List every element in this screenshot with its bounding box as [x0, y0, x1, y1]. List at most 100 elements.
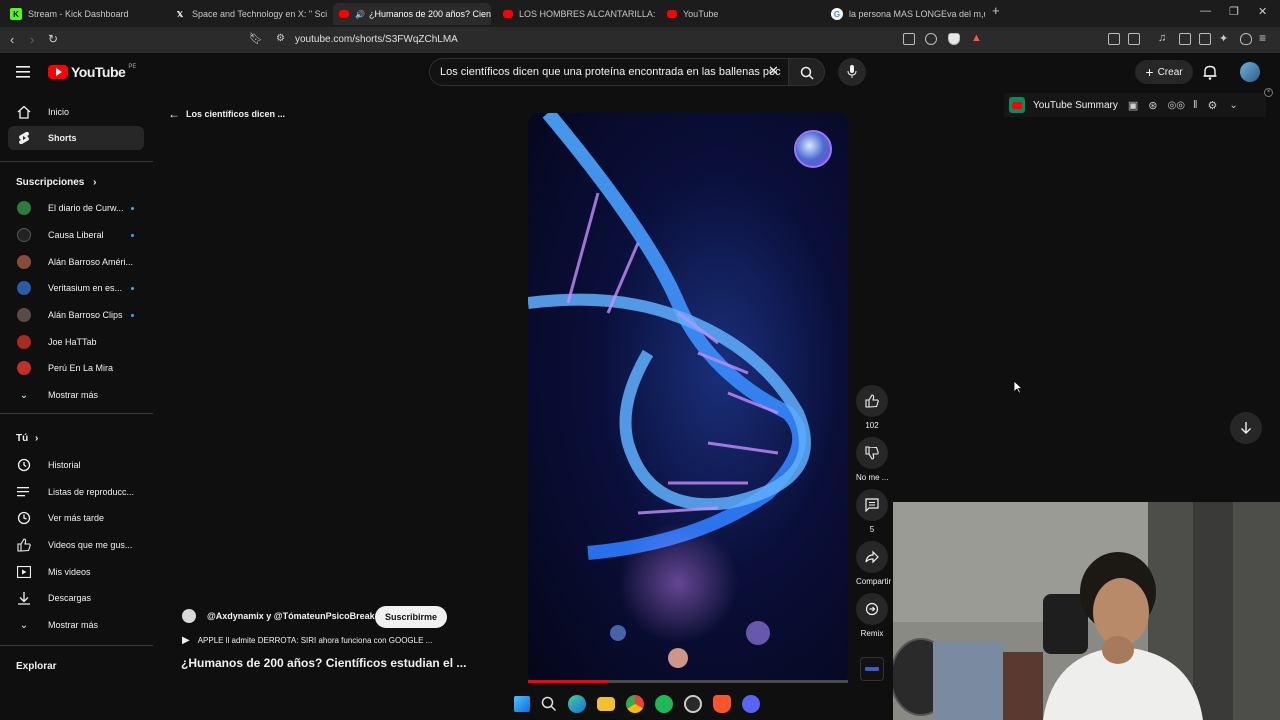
dislike-button[interactable]: [856, 437, 888, 469]
youtube-summary-extension[interactable]: YouTube Summary ▣ ⊛ ◎◎ ‖ ⚙ ⌄: [1004, 93, 1266, 117]
sidebar-item-playlists[interactable]: Listas de reproducc...: [8, 480, 144, 504]
create-label: Crear: [1157, 66, 1183, 78]
audio-thumbnail[interactable]: [860, 657, 884, 681]
file-explorer-icon[interactable]: [597, 697, 615, 711]
sidebar-item-shorts[interactable]: Shorts: [8, 126, 144, 150]
windows-start-icon[interactable]: [514, 696, 530, 712]
share-button[interactable]: [856, 541, 888, 573]
voice-search-button[interactable]: [838, 58, 866, 86]
clear-search-icon[interactable]: ✕: [768, 63, 779, 79]
subscription-item[interactable]: Joe HaTTab: [8, 330, 144, 354]
like-action[interactable]: 102: [856, 385, 888, 430]
tab-youtube-active[interactable]: 🔊 ¿Humanos de 200 años? Cien ✕: [333, 3, 491, 25]
extensions-icon[interactable]: [1108, 33, 1120, 45]
audio-icon[interactable]: ‖: [1193, 99, 1198, 111]
wallet-icon[interactable]: [1199, 33, 1211, 45]
search-input[interactable]: Los científicos dicen que una proteína e…: [429, 58, 789, 86]
ai-icon[interactable]: ✦: [1219, 32, 1228, 45]
chevron-right-icon: ›: [35, 433, 39, 444]
youtube-summary-icon: [1009, 97, 1025, 113]
subscription-item[interactable]: Alán Barroso Améri...: [8, 250, 144, 274]
subscription-item[interactable]: Veritasium en es...: [8, 276, 144, 300]
video-progress-bar[interactable]: [528, 680, 848, 683]
minimize-icon[interactable]: —: [1200, 5, 1211, 17]
channel-avatar[interactable]: [182, 609, 196, 623]
obs-icon[interactable]: [684, 695, 702, 713]
dislike-action[interactable]: No me ...: [856, 437, 888, 482]
chrome-icon[interactable]: [626, 695, 644, 713]
sidebar-item-history[interactable]: Historial: [8, 453, 144, 477]
reload-icon[interactable]: ↻: [48, 32, 58, 46]
tab-kick[interactable]: K Stream - Kick Dashboard: [4, 3, 164, 25]
new-tab-button[interactable]: +: [992, 3, 1000, 18]
subscribe-button[interactable]: Suscribirme: [375, 606, 448, 628]
back-icon[interactable]: ‹: [10, 32, 14, 47]
menu-icon[interactable]: ≡: [1259, 31, 1266, 45]
create-button[interactable]: + Crear: [1135, 60, 1193, 84]
avatar[interactable]: [1240, 62, 1260, 82]
subscriptions-show-more[interactable]: ⌄ Mostrar más: [8, 383, 144, 407]
sidebar-item-downloads[interactable]: Descargas: [8, 586, 144, 610]
discord-icon[interactable]: [742, 695, 760, 713]
tab-google[interactable]: G la persona MAS LONGEva del m,und: [825, 3, 985, 25]
share-action[interactable]: Compartir: [856, 541, 892, 586]
tab-x[interactable]: 𝕏 Space and Technology en X: " Sci: [168, 3, 328, 25]
next-short-button[interactable]: [1230, 412, 1262, 444]
brave-rewards-icon[interactable]: ▲: [971, 32, 982, 44]
tab-youtube-3[interactable]: YouTube: [661, 3, 819, 25]
extension-2-icon[interactable]: [1128, 33, 1140, 45]
chatgpt-icon[interactable]: ⊛: [1148, 99, 1157, 112]
you-heading[interactable]: Tú ›: [16, 433, 38, 444]
bookmark-icon[interactable]: 🔖︎: [249, 32, 263, 45]
sidebar-item-home[interactable]: Inicio: [8, 100, 144, 124]
comments-action[interactable]: 5: [856, 489, 888, 534]
remix-action[interactable]: Remix: [856, 593, 888, 638]
subscriptions-heading[interactable]: Suscripciones ›: [16, 177, 96, 188]
kick-icon: K: [10, 8, 22, 20]
subscription-item[interactable]: Alán Barroso Clips: [8, 303, 144, 327]
like-button[interactable]: [856, 385, 888, 417]
channel-name: Perú En La Mira: [48, 363, 114, 373]
url-field[interactable]: youtube.com/shorts/S3FWqZChLMA: [295, 34, 458, 45]
share-arrow-icon: [865, 550, 879, 564]
notifications-bell-icon[interactable]: [1203, 65, 1217, 80]
music-icon[interactable]: ♫: [1158, 32, 1166, 44]
site-info-icon[interactable]: ⚙: [276, 33, 285, 44]
brave-icon[interactable]: [713, 695, 731, 713]
sidebar-icon[interactable]: [1179, 33, 1191, 45]
forward-icon[interactable]: ›: [30, 32, 34, 47]
subscription-item[interactable]: Perú En La Mira: [8, 356, 144, 380]
comments-button[interactable]: [856, 489, 888, 521]
cast-icon[interactable]: [903, 33, 915, 45]
shorts-back-link[interactable]: ← Los científicos dicen ...: [168, 107, 285, 121]
tab-youtube-2[interactable]: LOS HOMBRES ALCANTARILLA: el tra: [497, 3, 655, 25]
channel-names[interactable]: @Axdynamix y @TómateunPsicoBreak: [207, 611, 375, 621]
divider: [0, 161, 153, 162]
transcript-icon[interactable]: ▣: [1128, 99, 1138, 112]
glasses-icon[interactable]: ◎◎: [1167, 100, 1184, 111]
shorts-video-player[interactable]: [528, 113, 848, 683]
subscription-item[interactable]: El diario de Curw...: [8, 196, 144, 220]
sidebar-item-watch-later[interactable]: Ver más tarde: [8, 506, 144, 530]
settings-gear-icon[interactable]: ⚙: [1207, 99, 1217, 112]
related-video-link[interactable]: ▶ APPLE ll admite DERROTA: SIRI ahora fu…: [182, 635, 432, 646]
search-icon[interactable]: [541, 696, 557, 712]
edge-icon[interactable]: [568, 695, 586, 713]
youtube-logo[interactable]: YouTube PE: [48, 64, 136, 80]
sidebar-item-my-videos[interactable]: Mis videos: [8, 560, 144, 584]
share-label: Compartir: [856, 577, 892, 586]
vpn-icon[interactable]: [1240, 33, 1252, 45]
window-close-icon[interactable]: ✕: [1258, 5, 1267, 18]
remix-button[interactable]: [856, 593, 888, 625]
spotify-icon[interactable]: [655, 695, 673, 713]
chevron-down-icon[interactable]: ⌄: [1229, 100, 1237, 111]
sidebar-item-liked[interactable]: Videos que me gus...: [8, 533, 144, 557]
you-show-more[interactable]: ⌄ Mostrar más: [8, 613, 144, 637]
brave-shield-icon[interactable]: [948, 33, 960, 45]
share-icon[interactable]: [925, 33, 937, 45]
extension-close-icon[interactable]: ×: [1264, 88, 1273, 97]
hamburger-menu-icon[interactable]: [16, 66, 30, 78]
subscription-item[interactable]: Causa Liberal: [8, 223, 144, 247]
search-button[interactable]: [789, 58, 825, 86]
maximize-icon[interactable]: ❐: [1229, 5, 1239, 18]
